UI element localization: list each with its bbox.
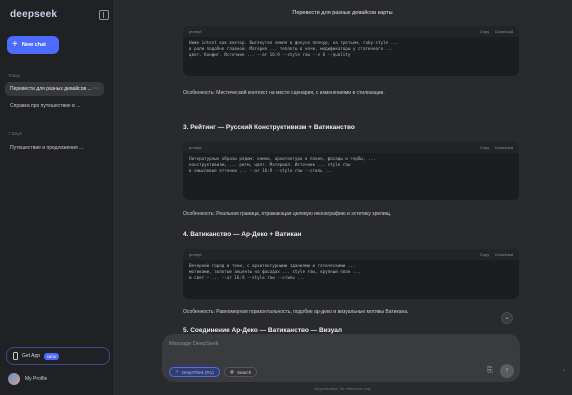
deepseek-logo[interactable]: deepseek [10,9,57,20]
download-button[interactable]: Download [495,145,513,150]
avatar [8,373,20,385]
code-content: Вечерний город в тени, с архитектурными … [183,260,519,287]
side-handle-icon[interactable]: › [563,368,565,374]
paragraph: Особенность: Мистический контекст на мес… [183,90,385,96]
globe-icon: ◍ [230,369,234,374]
phone-icon [13,352,18,360]
code-block: prompt Copy Download Ниже intent как век… [183,26,519,76]
sidebar: deepseek + New chat Today Перевести для … [0,0,113,395]
section-heading: 3. Рейтинг — Русский Конструктивизм + Ва… [183,124,355,131]
get-app-button[interactable]: Get App NEW [6,347,110,365]
search-label: Search [236,369,252,375]
section-heading: 5. Соединение Ар-Деко — Ватиканство — Ви… [183,327,343,334]
chat-item-title: Перевести для разных девайсов ... [10,86,92,92]
sidebar-chat-item[interactable]: Справка про путешествие в ... [5,99,104,113]
scroll-down-icon[interactable]: ⌄ [501,312,513,324]
code-language: prompt [189,145,202,150]
chat-item-title: Справка про путешествие в ... [10,103,81,109]
get-app-label: Get App [22,353,41,359]
chat-main: Перевести для разных девайсов карты prom… [113,0,572,395]
profile-name: My Profile [25,376,48,382]
code-block: prompt Copy Download Литературные образы… [183,142,519,200]
code-line: в смысловые оттенки ... --ar 16:9 --styl… [189,168,333,174]
conversation-title: Перевести для разных девайсов карты [292,10,393,16]
copy-button[interactable]: Copy [480,29,489,34]
code-header: prompt Copy Download [183,249,519,260]
more-options-icon[interactable]: ⋯ [93,85,99,92]
code-line: и свет — ... --ar 16:9 --style raw --сти… [189,275,305,281]
code-content: Литературные образы рядом: камни, архите… [183,153,519,180]
code-content: Ниже intent как вектор. Вытянутая земля … [183,37,519,64]
section-label-today: Today [8,73,21,78]
sidebar-chat-item[interactable]: Путешествие и предложения ... [5,141,104,155]
deepthink-toggle[interactable]: ⚛ DeepThink (R1) [169,367,220,377]
copy-button[interactable]: Copy [480,252,489,257]
search-toggle[interactable]: ◍ Search [224,367,258,377]
download-button[interactable]: Download [495,29,513,34]
message-composer[interactable]: Message DeepSeek ⚛ DeepThink (R1) ◍ Sear… [162,334,520,382]
code-line: цвет. Конфиг. Источник ... --ar 16:9 --s… [189,52,351,58]
send-button[interactable]: ↑ [500,364,514,378]
paragraph: Особенность: Равномерная горизонтальност… [183,309,409,315]
chat-item-title: Путешествие и предложения ... [10,145,84,151]
section-label-7days: 7 Days [8,131,23,136]
code-language: prompt [189,29,202,34]
section-heading: 4. Ватиканство — Ар-Деко + Ватикан [183,231,302,238]
copy-button[interactable]: Copy [480,145,489,150]
code-header: prompt Copy Download [183,142,519,153]
code-block: prompt Copy Download Вечерний город в те… [183,249,519,299]
disclaimer-text: AI-generated, for reference only [314,386,371,391]
code-header: prompt Copy Download [183,26,519,37]
attach-file-icon[interactable]: ⎘ [487,367,493,375]
atom-icon: ⚛ [175,369,180,374]
paragraph: Особенность: Реальная граница, отражающа… [183,211,392,217]
code-language: prompt [189,252,202,257]
app-window: deepseek + New chat Today Перевести для … [0,0,572,395]
plus-icon: + [12,39,18,50]
sidebar-chat-item[interactable]: Перевести для разных девайсов ... ⋯ [5,82,104,96]
profile-button[interactable]: My Profile [8,373,47,385]
collapse-sidebar-icon[interactable] [99,10,109,20]
new-chat-button[interactable]: + New chat [7,36,59,54]
message-input[interactable]: Message DeepSeek [169,341,219,347]
new-badge: NEW [44,352,60,360]
download-button[interactable]: Download [495,252,513,257]
deepthink-label: DeepThink (R1) [182,369,214,375]
new-chat-label: New chat [21,42,46,48]
